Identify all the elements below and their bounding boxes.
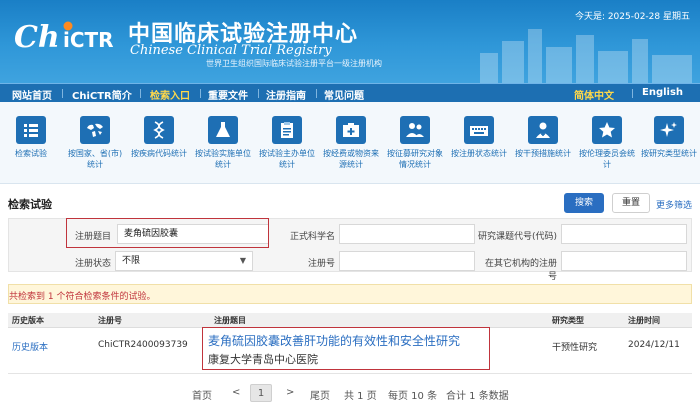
nav-item-about[interactable]: ChiCTR简介 bbox=[72, 87, 132, 102]
other-reg-no-label: 在其它机构的注册号 bbox=[484, 259, 557, 282]
col-header-study-type: 研究类型 bbox=[552, 316, 584, 325]
quick-link-label: 按国家、省(市)统计 bbox=[67, 149, 123, 169]
quick-link-label: 按伦理委员会统计 bbox=[579, 149, 635, 169]
col-header-reg-no: 注册号 bbox=[98, 316, 122, 325]
quick-link-by-reg-status[interactable]: 按注册状态统计 bbox=[448, 116, 510, 159]
quick-link-label: 按注册状态统计 bbox=[451, 149, 507, 158]
reg-status-label: 注册状态 bbox=[74, 259, 111, 269]
reg-no-input[interactable] bbox=[339, 251, 475, 271]
nav-item-faq[interactable]: 常见问题 bbox=[324, 87, 364, 102]
people-icon bbox=[400, 116, 430, 144]
dna-icon bbox=[144, 116, 174, 144]
clipboard-icon bbox=[272, 116, 302, 144]
col-header-title: 注册题目 bbox=[214, 316, 246, 325]
quick-link-label: 按疾病代码统计 bbox=[131, 149, 187, 158]
highlight-box bbox=[202, 327, 490, 370]
more-filter-link[interactable]: 更多筛选 bbox=[656, 198, 692, 211]
quick-link-by-country[interactable]: 按国家、省(市)统计 bbox=[64, 116, 126, 170]
quick-link-by-implementer[interactable]: 按试验实施单位统计 bbox=[192, 116, 254, 170]
other-reg-no-input[interactable] bbox=[561, 251, 687, 271]
nav-divider bbox=[200, 89, 201, 98]
reset-button[interactable]: 重置 bbox=[612, 193, 650, 213]
nav-divider bbox=[258, 89, 259, 98]
sci-name-input[interactable] bbox=[339, 224, 475, 244]
main-nav: 网站首页 ChiCTR简介 检索入口 重要文件 注册指南 常见问题 简体中文 E… bbox=[0, 83, 700, 102]
result-count-text: 共检索到 1 个符合检索条件的试验。 bbox=[9, 292, 156, 302]
first-page-link[interactable]: 首页 bbox=[192, 387, 212, 402]
quick-link-by-recruitment[interactable]: 按征募研究对象情况统计 bbox=[384, 116, 446, 170]
quick-link-label: 按干预措施统计 bbox=[515, 149, 571, 158]
lang-zh-link[interactable]: 简体中文 bbox=[574, 87, 614, 102]
reg-no-label: 注册号 bbox=[307, 259, 335, 269]
quick-link-label: 按征募研究对象情况统计 bbox=[387, 149, 443, 169]
lang-en-link[interactable]: English bbox=[642, 87, 683, 98]
today-date: 今天是: 2025-02-28 星期五 bbox=[574, 12, 690, 22]
search-button[interactable]: 搜索 bbox=[564, 193, 604, 213]
sparkle-icon bbox=[654, 116, 684, 144]
history-version-link[interactable]: 历史版本 bbox=[12, 340, 48, 353]
reg-date-cell: 2024/12/11 bbox=[628, 340, 680, 350]
nav-item-search-entry[interactable]: 检索入口 bbox=[150, 87, 190, 102]
doctor-icon bbox=[528, 116, 558, 144]
pagination: 首页 < 1 > 尾页 共 1 页 每页 10 条 合计 1 条数据 bbox=[0, 383, 700, 403]
nav-divider bbox=[316, 89, 317, 98]
site-header: Ch iCTR 中国临床试验注册中心 Chinese Clinical Tria… bbox=[0, 0, 700, 83]
study-type-cell: 干预性研究 bbox=[552, 343, 598, 353]
quick-link-label: 按研究类型统计 bbox=[641, 149, 697, 158]
study-code-label: 研究课题代号(代码) bbox=[477, 232, 557, 242]
quick-link-label: 检索试验 bbox=[15, 149, 47, 158]
chictr-logo[interactable]: Ch iCTR bbox=[14, 16, 122, 56]
stats-icon-bar: 检索试验 按国家、省(市)统计 按疾病代码统计 按试验实施单位统计 按试验主办单… bbox=[0, 102, 700, 184]
section-title: 检索试验 bbox=[8, 198, 52, 211]
nav-divider bbox=[140, 89, 141, 98]
flask-icon bbox=[208, 116, 238, 144]
quick-link-by-study-type[interactable]: 按研究类型统计 bbox=[638, 116, 700, 159]
col-header-history: 历史版本 bbox=[12, 316, 44, 325]
prev-page-button[interactable]: < bbox=[232, 387, 240, 398]
quick-link-label: 按试验实施单位统计 bbox=[195, 149, 251, 169]
star-icon bbox=[592, 116, 622, 144]
highlight-box bbox=[66, 218, 269, 248]
building-silhouette-image bbox=[480, 29, 692, 83]
col-header-reg-date: 注册时间 bbox=[628, 316, 660, 325]
reg-status-value: 不限 bbox=[122, 256, 141, 266]
current-page-button[interactable]: 1 bbox=[250, 384, 272, 402]
sci-name-label: 正式科学名 bbox=[289, 232, 335, 242]
results-table-header: 历史版本 注册号 注册题目 研究类型 注册时间 bbox=[8, 313, 692, 328]
nav-item-home[interactable]: 网站首页 bbox=[12, 87, 52, 102]
quick-link-by-disease[interactable]: 按疾病代码统计 bbox=[128, 116, 190, 159]
quick-link-by-funding[interactable]: 按经费或物资来源统计 bbox=[320, 116, 382, 170]
chevron-down-icon: ▼ bbox=[239, 256, 246, 265]
svg-text:Ch: Ch bbox=[14, 20, 60, 55]
total-records-text: 合计 1 条数据 bbox=[446, 391, 509, 402]
total-pages-text: 共 1 页 bbox=[344, 391, 377, 402]
site-title-en: Chinese Clinical Trial Registry bbox=[130, 43, 332, 58]
svg-text:iCTR: iCTR bbox=[63, 28, 114, 52]
quick-link-by-sponsor[interactable]: 按试验主办单位统计 bbox=[256, 116, 318, 170]
keyboard-icon bbox=[464, 116, 494, 144]
reg-no-cell: ChiCTR2400093739 bbox=[98, 340, 188, 350]
study-code-input[interactable] bbox=[561, 224, 687, 244]
medkit-icon bbox=[336, 116, 366, 144]
list-icon bbox=[16, 116, 46, 144]
nav-item-documents[interactable]: 重要文件 bbox=[208, 87, 248, 102]
nav-divider bbox=[62, 89, 63, 98]
quick-link-search-trials[interactable]: 检索试验 bbox=[0, 116, 62, 159]
quick-link-label: 按试验主办单位统计 bbox=[259, 149, 315, 169]
world-map-icon bbox=[80, 116, 110, 144]
last-page-link[interactable]: 尾页 bbox=[310, 387, 330, 402]
result-count-bar: 共检索到 1 个符合检索条件的试验。 bbox=[8, 284, 692, 304]
site-subtitle: 世界卫生组织国际临床试验注册平台一级注册机构 bbox=[206, 59, 382, 68]
quick-link-label: 按经费或物资来源统计 bbox=[323, 149, 379, 169]
quick-link-by-ethics[interactable]: 按伦理委员会统计 bbox=[576, 116, 638, 170]
quick-link-by-intervention[interactable]: 按干预措施统计 bbox=[512, 116, 574, 159]
nav-item-guide[interactable]: 注册指南 bbox=[266, 87, 306, 102]
reg-status-select[interactable]: 不限 ▼ bbox=[115, 251, 253, 271]
per-page-text: 每页 10 条 bbox=[388, 391, 438, 402]
nav-divider bbox=[632, 89, 633, 98]
next-page-button[interactable]: > bbox=[286, 387, 294, 398]
